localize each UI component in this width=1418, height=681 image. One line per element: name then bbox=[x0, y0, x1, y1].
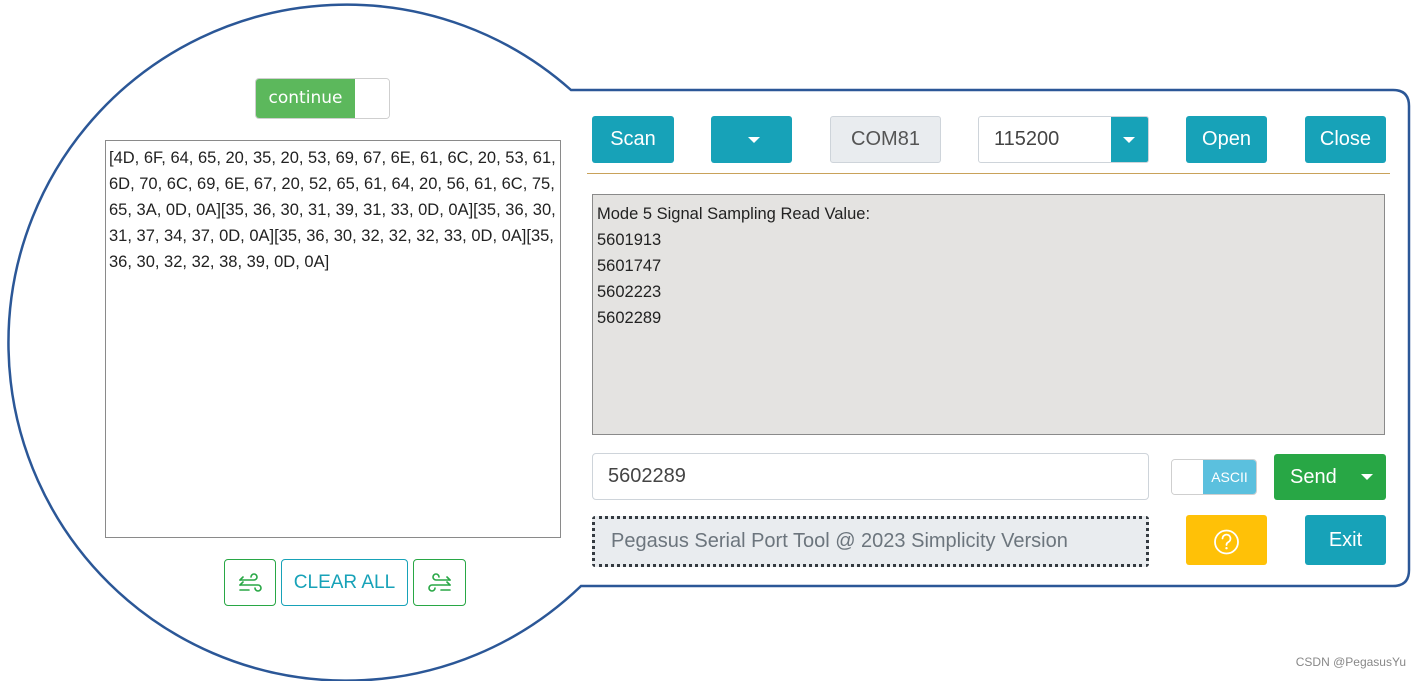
baud-rate-select[interactable]: 115200 bbox=[978, 116, 1149, 163]
ascii-toggle-label: ASCII bbox=[1203, 460, 1256, 494]
scan-button[interactable]: Scan bbox=[592, 116, 674, 163]
output-line: 5602289 bbox=[597, 309, 662, 327]
baud-rate-value: 115200 bbox=[994, 128, 1060, 150]
baud-dropdown-toggle[interactable] bbox=[1111, 117, 1148, 162]
wind-left-icon bbox=[239, 572, 262, 592]
ascii-toggle[interactable]: ASCII bbox=[1171, 459, 1257, 495]
help-button[interactable] bbox=[1186, 515, 1267, 565]
toolbar-divider bbox=[587, 173, 1390, 174]
caret-down-icon[interactable] bbox=[1361, 474, 1373, 480]
output-line: 5602223 bbox=[597, 283, 662, 301]
continue-toggle-knob bbox=[355, 79, 389, 118]
caret-down-icon bbox=[748, 137, 760, 143]
scroll-right-button[interactable] bbox=[413, 559, 466, 606]
output-line: 5601747 bbox=[597, 257, 662, 275]
question-circle-icon bbox=[1214, 529, 1239, 555]
close-button[interactable]: Close bbox=[1305, 116, 1386, 163]
port-dropdown-button[interactable] bbox=[711, 116, 792, 163]
open-button[interactable]: Open bbox=[1186, 116, 1267, 163]
caret-down-icon bbox=[1123, 137, 1135, 143]
clear-all-button[interactable]: CLEAR ALL bbox=[281, 559, 408, 606]
port-display: COM81 bbox=[830, 116, 941, 163]
watermark: CSDN @PegasusYu bbox=[1295, 655, 1406, 669]
exit-button[interactable]: Exit bbox=[1305, 515, 1386, 565]
continue-toggle[interactable]: continue bbox=[255, 78, 390, 119]
output-line: Mode 5 Signal Sampling Read Value: bbox=[597, 205, 871, 223]
hex-log-textarea[interactable]: [4D, 6F, 64, 65, 20, 35, 20, 53, 69, 67,… bbox=[105, 140, 561, 538]
ascii-toggle-knob bbox=[1172, 460, 1203, 494]
app-window: continue [4D, 6F, 64, 65, 20, 35, 20, 53… bbox=[0, 0, 1418, 681]
wind-right-icon bbox=[427, 572, 451, 592]
receive-output[interactable]: Mode 5 Signal Sampling Read Value: 56019… bbox=[592, 194, 1385, 435]
output-line: 5601913 bbox=[597, 231, 662, 249]
continue-toggle-label: continue bbox=[256, 79, 355, 118]
send-button[interactable]: Send bbox=[1274, 454, 1386, 500]
send-button-label: Send bbox=[1290, 466, 1337, 488]
send-input[interactable]: 5602289 bbox=[592, 453, 1149, 500]
version-text: Pegasus Serial Port Tool @ 2023 Simplici… bbox=[592, 516, 1149, 567]
scroll-left-button[interactable] bbox=[224, 559, 276, 606]
